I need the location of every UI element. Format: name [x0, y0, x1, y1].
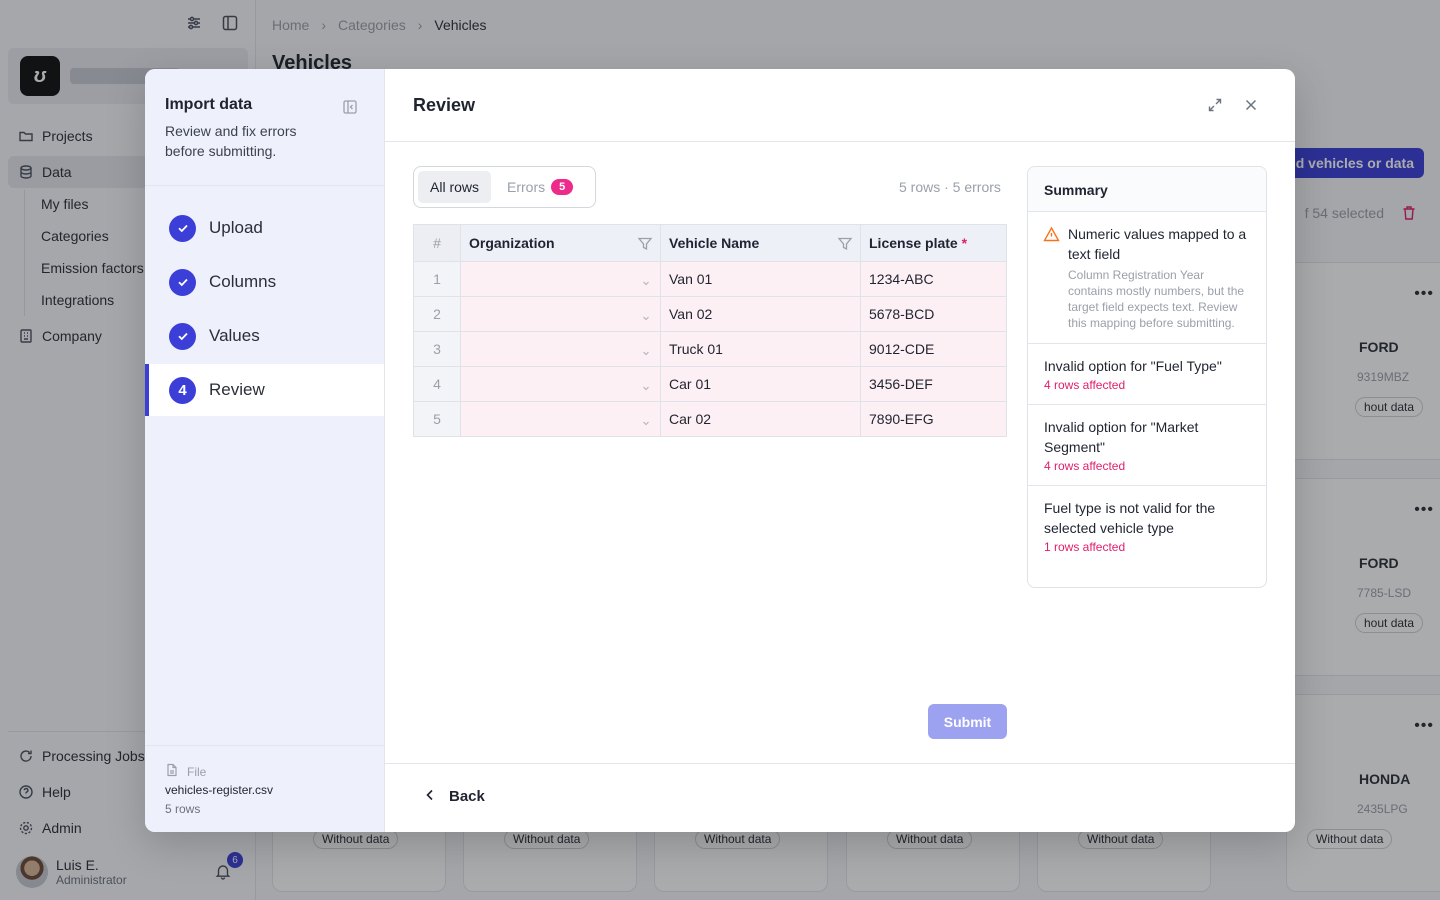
- expand-icon[interactable]: [1207, 97, 1223, 113]
- summary-item-title: Fuel type is not valid for the selected …: [1044, 500, 1216, 536]
- panel-collapse-icon[interactable]: [342, 99, 358, 115]
- close-icon[interactable]: [1243, 97, 1259, 113]
- summary-item-affected: 1 rows affected: [1044, 540, 1126, 554]
- col-header-label: Vehicle Name: [669, 235, 760, 251]
- step-label: Columns: [209, 272, 277, 291]
- row-number: 4: [413, 366, 461, 402]
- review-table: # Organization Vehicle Name License plat…: [413, 224, 1007, 437]
- summary-item-desc: Column Registration Year contains mostly…: [1068, 268, 1245, 330]
- tab-errors[interactable]: Errors 5: [495, 171, 585, 203]
- row-number: 2: [413, 296, 461, 332]
- summary-title: Summary: [1028, 167, 1266, 212]
- modal-footer: Back: [385, 763, 1295, 832]
- summary-item-title: Invalid option for "Market Segment": [1044, 419, 1199, 455]
- back-button[interactable]: Back: [425, 788, 485, 805]
- import-modal: Import data Review and fix errors before…: [145, 69, 1295, 832]
- vehicle-name-cell[interactable]: Car 01: [660, 366, 861, 402]
- modal-header: Review: [385, 69, 1295, 142]
- summary-item[interactable]: Fuel type is not valid for the selected …: [1028, 486, 1266, 566]
- row-number: 1: [413, 261, 461, 297]
- required-marker: *: [961, 235, 968, 251]
- col-header-vehicle-name[interactable]: Vehicle Name: [660, 224, 861, 262]
- chevron-down-icon: [641, 345, 651, 356]
- step-columns[interactable]: Columns: [145, 256, 384, 308]
- row-number: 3: [413, 331, 461, 367]
- step-review[interactable]: 4 Review: [145, 364, 384, 416]
- row-number: 5: [413, 401, 461, 437]
- tab-all-rows[interactable]: All rows: [418, 171, 492, 203]
- row-filter-tabs: All rows Errors 5: [413, 166, 596, 208]
- check-icon: [169, 214, 196, 242]
- tab-errors-label: Errors: [507, 179, 546, 195]
- file-rows: 5 rows: [165, 802, 201, 816]
- license-plate-cell[interactable]: 7890-EFG: [860, 401, 1007, 437]
- filter-icon[interactable]: [637, 236, 653, 252]
- organization-select[interactable]: [460, 366, 661, 402]
- vehicle-name-cell[interactable]: Truck 01: [660, 331, 861, 367]
- warning-icon: [1043, 226, 1060, 243]
- organization-select[interactable]: [460, 331, 661, 367]
- table-row: 4 Car 01 3456-DEF: [413, 366, 1007, 402]
- chevron-down-icon: [641, 415, 651, 426]
- organization-select[interactable]: [460, 401, 661, 437]
- table-row: 3 Truck 01 9012-CDE: [413, 331, 1007, 367]
- chevron-down-icon: [641, 275, 651, 286]
- step-upload[interactable]: Upload: [145, 202, 384, 254]
- table-row: 1 Van 01 1234-ABC: [413, 261, 1007, 297]
- modal-title: Review: [413, 95, 476, 115]
- summary-item[interactable]: Invalid option for "Fuel Type" 4 rows af…: [1028, 344, 1266, 405]
- organization-select[interactable]: [460, 261, 661, 297]
- col-header-number: #: [413, 224, 461, 262]
- step-label: Review: [209, 380, 265, 399]
- license-plate-cell[interactable]: 1234-ABC: [860, 261, 1007, 297]
- wizard-header: Import data Review and fix errors before…: [145, 69, 385, 186]
- vehicle-name-cell[interactable]: Van 01: [660, 261, 861, 297]
- col-header-label: License plate: [869, 235, 958, 251]
- row-error-count: 5 rows · 5 errors: [899, 179, 1001, 195]
- submit-button[interactable]: Submit: [928, 704, 1007, 739]
- col-header-organization[interactable]: Organization: [460, 224, 661, 262]
- chevron-down-icon: [641, 310, 651, 321]
- back-label: Back: [449, 788, 485, 805]
- license-plate-cell[interactable]: 3456-DEF: [860, 366, 1007, 402]
- vehicle-name-cell[interactable]: Van 02: [660, 296, 861, 332]
- vehicle-name-cell[interactable]: Car 02: [660, 401, 861, 437]
- step-number: 4: [169, 376, 196, 404]
- file-icon: [165, 763, 179, 780]
- summary-item-affected: 4 rows affected: [1044, 459, 1126, 473]
- chevron-left-icon: [425, 788, 435, 805]
- file-info: File vehicles-register.csv 5 rows: [145, 745, 385, 832]
- file-label-text: File: [187, 764, 207, 779]
- filter-icon[interactable]: [837, 236, 853, 252]
- step-label: Values: [209, 326, 260, 345]
- step-values[interactable]: Values: [145, 310, 384, 362]
- summary-item-title: Invalid option for "Fuel Type": [1044, 358, 1222, 374]
- license-plate-cell[interactable]: 5678-BCD: [860, 296, 1007, 332]
- table-row: 2 Van 02 5678-BCD: [413, 296, 1007, 332]
- summary-panel: Summary Numeric values mapped to a text …: [1027, 166, 1267, 588]
- file-label: File: [165, 763, 206, 780]
- wizard-title: Import data: [165, 96, 253, 113]
- col-header-label: Organization: [469, 235, 555, 251]
- summary-item-warning[interactable]: Numeric values mapped to a text field Co…: [1028, 212, 1266, 344]
- summary-item-title: Numeric values mapped to a text field: [1068, 226, 1247, 262]
- summary-item[interactable]: Invalid option for "Market Segment" 4 ro…: [1028, 405, 1266, 486]
- wizard-subtitle: Review and fix errors before submitting.: [165, 123, 297, 159]
- step-label: Upload: [209, 218, 263, 237]
- col-header-license-plate[interactable]: License plate *: [860, 224, 1007, 262]
- error-count-badge: 5: [551, 179, 574, 195]
- license-plate-cell[interactable]: 9012-CDE: [860, 331, 1007, 367]
- wizard-panel: Import data Review and fix errors before…: [145, 69, 385, 832]
- chevron-down-icon: [641, 380, 651, 391]
- summary-item-affected: 4 rows affected: [1044, 378, 1126, 392]
- organization-select[interactable]: [460, 296, 661, 332]
- check-icon: [169, 322, 196, 350]
- file-name: vehicles-register.csv: [165, 783, 274, 797]
- check-icon: [169, 268, 196, 296]
- table-row: 5 Car 02 7890-EFG: [413, 401, 1007, 437]
